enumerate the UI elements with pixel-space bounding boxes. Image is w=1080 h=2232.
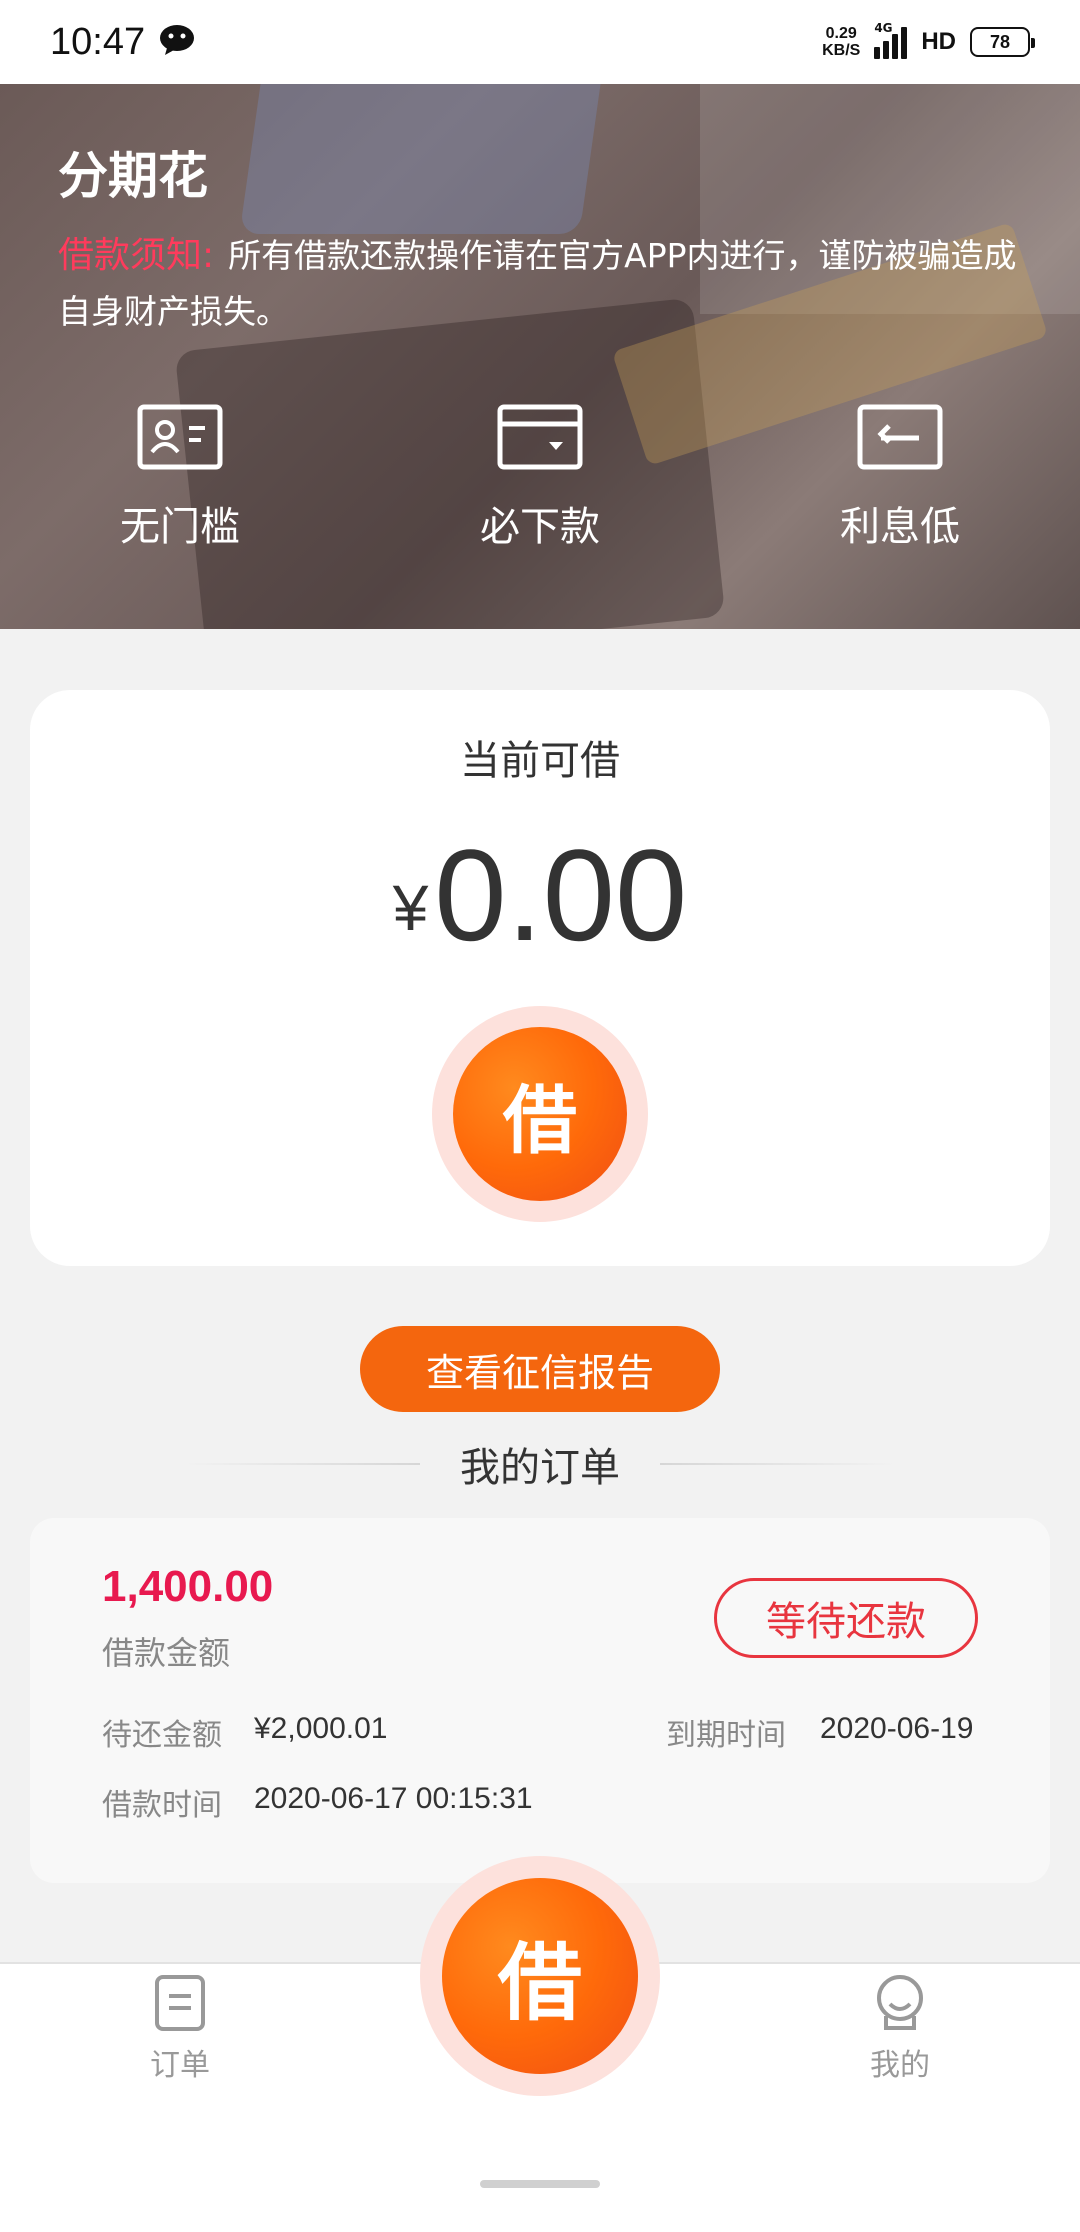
available-amount: ¥0.00 <box>30 820 1050 970</box>
status-time: 10:47 <box>50 20 146 63</box>
network-type: 4G <box>874 21 893 35</box>
status-badge[interactable]: 等待还款 <box>714 1578 978 1658</box>
feature-label: 必下款 <box>480 504 600 550</box>
signal-icon: 4G <box>874 21 908 59</box>
due-amount-value: ¥2,000.01 <box>254 1712 388 1745</box>
borrow-button-label[interactable]: 借 <box>453 1027 627 1201</box>
notice-label: 借款须知: <box>58 235 215 276</box>
hd-icon: HD <box>921 28 956 55</box>
center-borrow-button[interactable]: 借 <box>420 1856 660 2096</box>
hero-decoration <box>239 84 601 234</box>
feature-label: 无门槛 <box>120 504 240 550</box>
orders-title: 我的订单 <box>460 1445 620 1491</box>
feature-list: 无门槛 必下款 利息低 <box>0 404 1080 552</box>
divider <box>184 1463 420 1465</box>
orders-section-header: 我的订单 <box>0 1434 1080 1494</box>
borrow-notice: 借款须知: 所有借款还款操作请在官方APP内进行，谨防被骗造成自身财产损失。 <box>58 228 1038 340</box>
nav-mine[interactable]: 我的 <box>830 1974 970 2084</box>
center-borrow-label[interactable]: 借 <box>442 1878 638 2074</box>
divider <box>660 1463 896 1465</box>
feature-label: 利息低 <box>840 504 960 550</box>
feature-guaranteed: 必下款 <box>440 404 640 552</box>
feature-no-threshold: 无门槛 <box>80 404 280 552</box>
return-icon <box>857 404 943 470</box>
amount-value: 0.00 <box>434 822 688 968</box>
due-date-label: 到期时间 <box>666 1718 786 1753</box>
user-icon <box>874 1974 926 2036</box>
loan-time-value: 2020-06-17 00:15:31 <box>254 1782 533 1815</box>
network-speed: 0.29 KB/S <box>822 25 860 59</box>
nav-mine-label: 我的 <box>870 2048 930 2083</box>
document-icon <box>154 1974 206 2036</box>
credit-report-button[interactable]: 查看征信报告 <box>360 1326 720 1412</box>
status-left: 10:47 <box>50 21 195 64</box>
available-label: 当前可借 <box>460 738 620 784</box>
due-date-value: 2020-06-19 <box>820 1712 974 1745</box>
due-amount-label: 待还金额 <box>102 1718 222 1753</box>
network-speed-unit: KB/S <box>822 42 861 59</box>
status-right: 0.29 KB/S 4G HD 78 <box>822 21 1035 59</box>
borrow-button[interactable]: 借 <box>432 1006 648 1222</box>
order-amount-label: 借款金额 <box>102 1634 231 1672</box>
loan-time-label: 借款时间 <box>102 1788 222 1823</box>
order-amount: 1,400.00 <box>102 1562 274 1611</box>
nav-orders[interactable]: 订单 <box>110 1974 250 2084</box>
battery-level: 78 <box>989 31 1011 52</box>
id-card-icon <box>137 404 223 470</box>
app-title: 分期花 <box>58 147 208 205</box>
nav-orders-label: 订单 <box>150 2048 210 2083</box>
chat-bubble-icon <box>159 24 195 60</box>
battery-icon: 78 <box>970 27 1035 57</box>
feature-low-interest: 利息低 <box>800 404 1000 552</box>
order-card[interactable]: 1,400.00 借款金额 等待还款 待还金额 ¥2,000.01 到期时间 2… <box>30 1518 1050 1883</box>
currency-symbol: ¥ <box>392 872 429 944</box>
available-loan-card: 当前可借 ¥0.00 借 <box>30 690 1050 1266</box>
home-indicator[interactable] <box>480 2180 600 2188</box>
network-speed-value: 0.29 <box>825 25 857 42</box>
status-bar: 10:47 0.29 KB/S 4G HD 78 <box>0 0 1080 84</box>
wallet-icon <box>497 404 583 470</box>
hero-banner: 分期花 借款须知: 所有借款还款操作请在官方APP内进行，谨防被骗造成自身财产损失… <box>0 84 1080 629</box>
